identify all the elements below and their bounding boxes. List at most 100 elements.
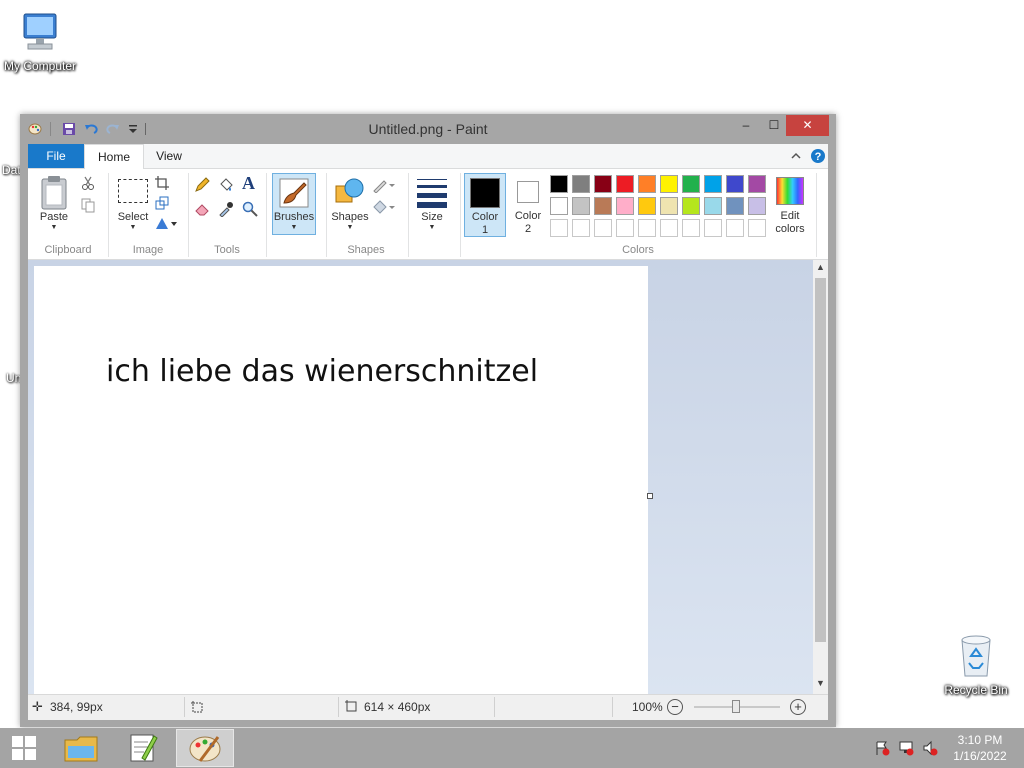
zoom-in-button[interactable]: + <box>790 699 806 715</box>
select-rectangle-icon <box>118 179 148 203</box>
color1-button[interactable]: Color 1 <box>464 173 506 237</box>
text-tool-icon[interactable]: A <box>242 173 255 194</box>
title-bar[interactable]: Untitled.png - Paint – ☐ ✕ <box>20 114 836 144</box>
scroll-thumb[interactable] <box>815 278 826 642</box>
rotate-icon[interactable] <box>154 215 178 231</box>
palette-swatch[interactable] <box>682 197 700 215</box>
size-button[interactable]: Size ▼ <box>412 173 452 237</box>
palette-swatch[interactable] <box>638 197 656 215</box>
custom-color-slot[interactable] <box>594 219 612 237</box>
palette-swatch[interactable] <box>726 197 744 215</box>
tab-view[interactable]: View <box>144 144 194 168</box>
custom-color-slot[interactable] <box>682 219 700 237</box>
desktop-icon-my-computer[interactable]: My Computer <box>0 8 80 73</box>
minimize-ribbon-icon[interactable] <box>790 150 802 162</box>
custom-color-slot[interactable] <box>726 219 744 237</box>
group-separator <box>816 173 817 257</box>
outline-icon[interactable] <box>372 177 396 193</box>
fill-bucket-icon[interactable] <box>218 177 234 193</box>
vertical-scrollbar[interactable]: ▲ ▼ <box>813 260 828 694</box>
custom-color-slot[interactable] <box>550 219 568 237</box>
maximize-button[interactable]: ☐ <box>760 115 788 136</box>
resize-icon[interactable] <box>154 195 170 211</box>
zoom-out-button[interactable]: − <box>667 699 683 715</box>
brushes-label: Brushes <box>273 211 315 223</box>
brushes-button[interactable]: Brushes ▼ <box>272 173 316 235</box>
action-center-icon[interactable] <box>874 740 890 756</box>
palette-swatch[interactable] <box>638 175 656 193</box>
custom-color-slot[interactable] <box>660 219 678 237</box>
chevron-down-icon: ▼ <box>129 224 137 231</box>
zoom-slider-thumb[interactable] <box>732 700 740 713</box>
taskbar-paint[interactable] <box>176 729 234 767</box>
help-icon[interactable]: ? <box>810 148 826 164</box>
palette-swatch[interactable] <box>748 197 766 215</box>
tab-file[interactable]: File <box>28 144 84 168</box>
minimize-button[interactable]: – <box>732 115 760 136</box>
eraser-icon[interactable] <box>194 201 210 217</box>
taskbar-notepadpp[interactable] <box>118 730 168 766</box>
custom-color-slot[interactable] <box>748 219 766 237</box>
tab-home[interactable]: Home <box>84 144 144 169</box>
recycle-bin-icon <box>961 635 991 677</box>
windows-logo-icon <box>12 736 36 760</box>
palette-swatch[interactable] <box>550 197 568 215</box>
chevron-up-icon[interactable]: ▲ <box>813 262 828 272</box>
palette-swatch[interactable] <box>572 175 590 193</box>
desktop-label-clipped[interactable]: Dat <box>2 163 21 177</box>
copy-icon[interactable] <box>80 197 96 213</box>
custom-color-slot[interactable] <box>704 219 722 237</box>
canvas[interactable]: ich liebe das wienerschnitzel <box>34 266 648 694</box>
crop-icon[interactable] <box>154 175 170 191</box>
brush-icon <box>279 178 309 208</box>
magnifier-icon[interactable] <box>242 201 258 217</box>
group-label-shapes: Shapes <box>347 244 385 256</box>
palette-swatch[interactable] <box>660 175 678 193</box>
paste-button[interactable]: Paste ▼ <box>34 173 74 237</box>
palette-swatch[interactable] <box>594 175 612 193</box>
shapes-button[interactable]: Shapes ▼ <box>330 173 370 237</box>
network-icon[interactable] <box>898 740 914 756</box>
custom-color-slot[interactable] <box>638 219 656 237</box>
color2-button[interactable]: Color 2 <box>508 173 550 237</box>
palette-swatch[interactable] <box>660 197 678 215</box>
chevron-down-icon: ▼ <box>428 224 436 231</box>
volume-muted-icon[interactable] <box>922 740 938 756</box>
palette-swatch[interactable] <box>726 175 744 193</box>
clock-date[interactable]: 1/16/2022 <box>944 749 1016 763</box>
clock-time[interactable]: 3:10 PM <box>944 733 1016 747</box>
palette-swatch[interactable] <box>704 175 722 193</box>
taskbar-file-explorer[interactable] <box>56 730 106 766</box>
chevron-down-icon[interactable]: ▼ <box>813 678 828 688</box>
custom-color-slot[interactable] <box>616 219 634 237</box>
custom-color-slot[interactable] <box>572 219 590 237</box>
palette-swatch[interactable] <box>748 175 766 193</box>
close-button[interactable]: ✕ <box>786 115 829 136</box>
start-button[interactable] <box>4 732 44 764</box>
canvas-resize-handle[interactable] <box>647 493 653 499</box>
palette-swatch[interactable] <box>616 175 634 193</box>
palette-swatch[interactable] <box>594 197 612 215</box>
palette-swatch[interactable] <box>704 197 722 215</box>
status-separator <box>494 697 495 717</box>
line-width-icon <box>417 179 447 208</box>
pencil-icon[interactable] <box>194 177 210 193</box>
folder-icon <box>64 736 98 762</box>
cut-icon[interactable] <box>80 175 96 191</box>
color2-swatch <box>517 181 539 203</box>
group-separator <box>408 173 409 257</box>
color-picker-icon[interactable] <box>218 201 234 217</box>
drawing-area: ich liebe das wienerschnitzel <box>28 260 813 694</box>
color1-swatch <box>470 178 500 208</box>
computer-icon <box>23 13 57 50</box>
palette-swatch[interactable] <box>550 175 568 193</box>
fill-icon[interactable] <box>372 199 396 215</box>
palette-swatch[interactable] <box>572 197 590 215</box>
select-button[interactable]: Select ▼ <box>112 173 154 237</box>
image-size: 614 × 460px <box>364 700 431 714</box>
edit-colors-button[interactable]: Edit colors <box>768 173 812 237</box>
palette-swatch[interactable] <box>682 175 700 193</box>
cursor-position: 384, 99px <box>50 700 103 714</box>
desktop-icon-recycle-bin[interactable]: Recycle Bin <box>936 630 1016 697</box>
palette-swatch[interactable] <box>616 197 634 215</box>
